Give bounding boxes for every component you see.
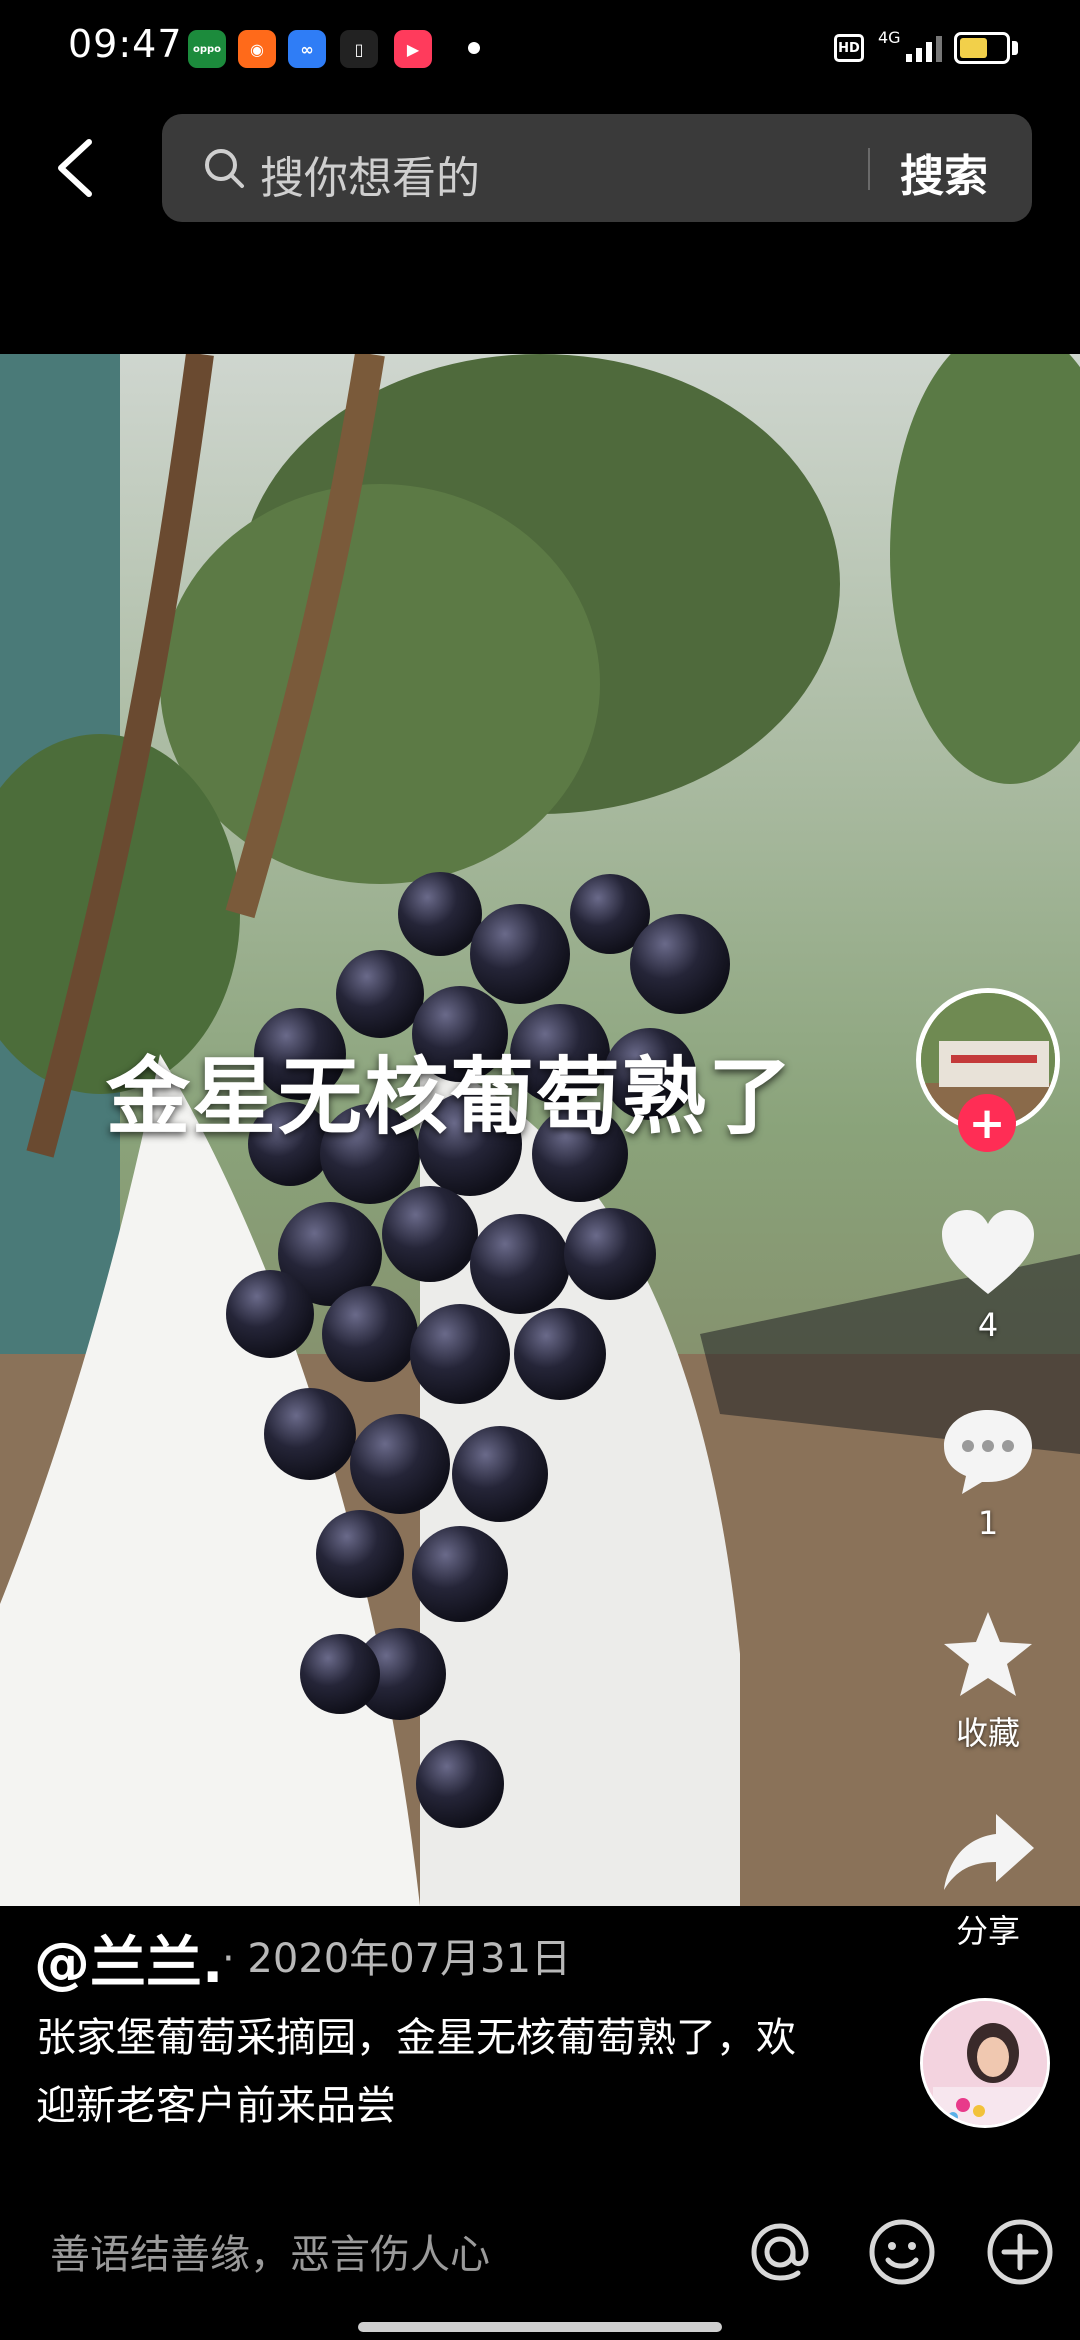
- music-avatar-image: [923, 2001, 1047, 2125]
- share-arrow-icon: [944, 1814, 1034, 1890]
- network-label: 4G: [878, 28, 901, 47]
- oppo-app-icon: oppo: [188, 30, 226, 68]
- battery-tip: [1012, 41, 1018, 55]
- status-bar: 09:47 oppo ◉ ∞ ▯ ▶ HD 4G: [0, 0, 1080, 96]
- search-input[interactable]: 搜你想看的: [260, 142, 480, 206]
- music-disc-avatar[interactable]: [920, 1998, 1050, 2128]
- video-player[interactable]: 金星无核葡萄熟了: [0, 354, 1080, 1906]
- signal-icon: [906, 36, 942, 62]
- video-app-icon: ▶: [394, 30, 432, 68]
- follow-button[interactable]: +: [958, 1094, 1016, 1152]
- notification-dot: [468, 42, 480, 54]
- comment-input[interactable]: 善语结善缘，恶言伤人心: [50, 2222, 490, 2280]
- status-time: 09:47: [68, 22, 183, 66]
- infinity-app-icon: ∞: [288, 30, 326, 68]
- add-icon[interactable]: [984, 2216, 1056, 2288]
- battery-icon: [954, 32, 1010, 64]
- phone-app-icon: ▯: [340, 30, 378, 68]
- favorite-button[interactable]: 收藏: [920, 1608, 1056, 1754]
- comment-icon: [944, 1410, 1032, 1494]
- search-bar[interactable]: 搜你想看的 搜索: [162, 114, 1032, 222]
- post-date: · 2020年07月31日: [222, 1936, 572, 1982]
- like-count: 4: [977, 1306, 999, 1344]
- post-description: 张家堡葡萄采摘园，金星无核葡萄熟了，欢迎新老客户前来品尝: [36, 2015, 796, 2129]
- search-icon: [205, 149, 244, 188]
- home-indicator[interactable]: [358, 2322, 722, 2332]
- share-button[interactable]: 分享: [920, 1806, 1056, 1952]
- chevron-left-icon: [58, 139, 92, 197]
- emoji-icon[interactable]: [866, 2216, 938, 2288]
- share-label: 分享: [955, 1912, 1020, 1950]
- star-icon: [944, 1612, 1032, 1696]
- search-divider: [868, 148, 870, 190]
- like-button[interactable]: 4: [920, 1206, 1056, 1344]
- hd-badge: HD: [834, 34, 864, 62]
- comment-count: 1: [977, 1504, 999, 1542]
- heart-icon: [942, 1210, 1034, 1294]
- mention-icon[interactable]: [744, 2216, 816, 2288]
- search-button[interactable]: 搜索: [900, 140, 988, 204]
- battery-level: [960, 38, 987, 58]
- comment-button[interactable]: 1: [920, 1404, 1056, 1542]
- kuaishou-app-icon: ◉: [238, 30, 276, 68]
- back-button[interactable]: [40, 128, 110, 208]
- author-username[interactable]: @兰兰.: [34, 1918, 223, 1999]
- favorite-label: 收藏: [955, 1714, 1020, 1752]
